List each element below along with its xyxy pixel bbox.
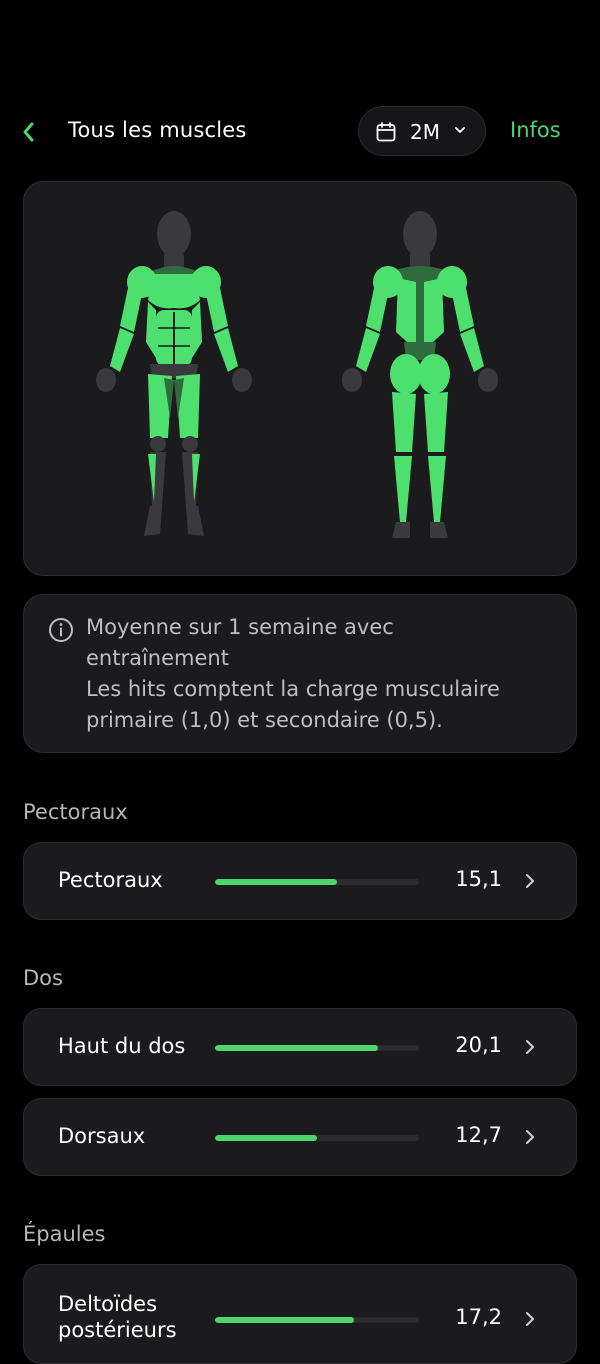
achilles-left [398, 500, 408, 522]
head-front [157, 211, 191, 257]
muscle-value: 20,1 [455, 1033, 502, 1057]
chevron-right-icon [526, 1130, 534, 1144]
bicep-left [120, 288, 142, 332]
period-label: 2M [410, 120, 440, 144]
bicep-right [206, 288, 228, 332]
oblique-right [192, 302, 202, 358]
info-note-line: entraînement [86, 646, 229, 670]
foot-left-back [392, 522, 410, 538]
info-note-line: Moyenne sur 1 semaine avec [86, 615, 394, 639]
section-title-epaules: Épaules [23, 1222, 106, 1246]
info-note-text: Moyenne sur 1 semaine avec entraînement … [86, 612, 556, 736]
volume-bar [215, 1135, 419, 1141]
volume-bar-fill [215, 1045, 379, 1051]
knee-right [182, 436, 198, 452]
glute-left [390, 354, 422, 394]
muscle-name: Haut du dos [58, 1034, 186, 1058]
back-body-figure [342, 211, 498, 538]
muscle-map-card [23, 181, 577, 576]
lat-right [424, 278, 444, 350]
calf-right-back [428, 456, 446, 500]
volume-bar [215, 879, 419, 885]
foot-right [186, 506, 204, 536]
hand-left-back [342, 368, 362, 392]
calf-left-back [394, 456, 412, 500]
muscle-map [96, 211, 498, 538]
hamstring-left [392, 392, 416, 452]
muscle-row-pectoraux[interactable]: Pectoraux 15,1 [23, 842, 577, 920]
hand-right [232, 368, 252, 392]
muscle-value: 17,2 [455, 1305, 502, 1329]
pec-left [148, 274, 174, 309]
info-note-line: primaire (1,0) et secondaire (0,5). [86, 708, 443, 732]
pec-right [174, 274, 200, 309]
muscle-value: 15,1 [455, 867, 502, 891]
section-title-pectoraux: Pectoraux [23, 800, 128, 824]
chevron-down-icon [455, 127, 465, 133]
volume-bar-fill [215, 1317, 354, 1323]
muscle-row-dorsaux[interactable]: Dorsaux 12,7 [23, 1098, 577, 1176]
info-note: Moyenne sur 1 semaine avec entraînement … [23, 594, 577, 753]
period-selector[interactable]: 2M [358, 106, 486, 156]
hamstring-right [424, 392, 448, 452]
glute-right [418, 354, 450, 394]
muscle-value: 12,7 [455, 1123, 502, 1147]
page-title: Tous les muscles [68, 118, 247, 142]
back-button[interactable] [16, 116, 44, 148]
muscle-name: Pectoraux [58, 868, 163, 892]
section-title-dos: Dos [23, 966, 63, 990]
header-bar: Tous les muscles 2M Infos [0, 104, 600, 160]
front-body-figure [96, 211, 252, 536]
calendar-icon [376, 122, 396, 142]
chevron-right-icon [526, 874, 534, 888]
lat-left [396, 278, 416, 350]
infos-button[interactable]: Infos [510, 118, 561, 142]
hand-left [96, 368, 116, 392]
forearm-left [110, 328, 134, 372]
neck-back [410, 252, 430, 268]
chevron-right-icon [526, 1040, 534, 1054]
volume-bar-fill [215, 1135, 317, 1141]
muscle-row-haut-du-dos[interactable]: Haut du dos 20,1 [23, 1008, 577, 1086]
tricep-left [366, 288, 388, 332]
muscle-name: Deltoïdes postérieurs [58, 1292, 177, 1342]
muscle-name: Dorsaux [58, 1124, 146, 1148]
volume-bar [215, 1317, 419, 1323]
head-back [403, 211, 437, 257]
volume-bar-fill [215, 879, 338, 885]
oblique-left [146, 302, 156, 358]
foot-left [144, 506, 162, 536]
hand-right-back [478, 368, 498, 392]
forearm-right-back [460, 328, 484, 372]
achilles-right [432, 500, 442, 522]
foot-right-back [430, 522, 448, 538]
volume-bar [215, 1045, 419, 1051]
chevron-left-icon [23, 122, 34, 142]
tricep-right [452, 288, 474, 332]
info-note-line: Les hits comptent la charge musculaire [86, 677, 500, 701]
knee-left [150, 436, 166, 452]
chevron-right-icon [526, 1312, 534, 1326]
info-icon [49, 618, 73, 642]
muscle-row-deltoides-posterieurs[interactable]: Deltoïdes postérieurs 17,2 [23, 1264, 577, 1364]
forearm-right [214, 328, 238, 372]
forearm-left-back [356, 328, 380, 372]
